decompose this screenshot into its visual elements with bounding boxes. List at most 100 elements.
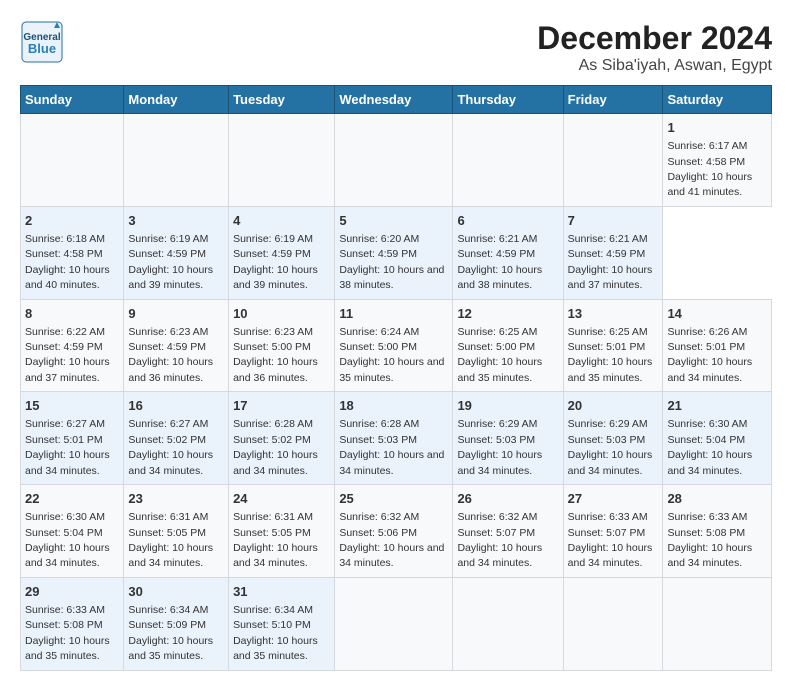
- calendar-cell: 26 Sunrise: 6:32 AMSunset: 5:07 PMDayligh…: [453, 485, 563, 578]
- calendar-cell: 22Sunrise: 6:30 AMSunset: 5:04 PMDayligh…: [21, 485, 124, 578]
- calendar-cell: 4Sunrise: 6:19 AMSunset: 4:59 PMDaylight…: [229, 206, 335, 299]
- day-number: 21: [667, 397, 767, 415]
- calendar-week-row: 22Sunrise: 6:30 AMSunset: 5:04 PMDayligh…: [21, 485, 772, 578]
- day-number: 20: [568, 397, 659, 415]
- day-info: Sunrise: 6:27 AMSunset: 5:02 PMDaylight:…: [128, 418, 213, 476]
- page-header: General Blue December 2024 As Siba'iyah,…: [20, 20, 772, 75]
- day-number: 22: [25, 490, 119, 508]
- day-info: Sunrise: 6:21 AMSunset: 4:59 PMDaylight:…: [457, 233, 542, 291]
- col-sunday: Sunday: [21, 86, 124, 114]
- calendar-cell: 16Sunrise: 6:27 AMSunset: 5:02 PMDayligh…: [124, 392, 229, 485]
- day-number: 27: [568, 490, 659, 508]
- day-info: Sunrise: 6:34 AMSunset: 5:09 PMDaylight:…: [128, 604, 213, 662]
- day-info: Sunrise: 6:34 AMSunset: 5:10 PMDaylight:…: [233, 604, 318, 662]
- day-number: 30: [128, 583, 224, 601]
- calendar-week-row: 15Sunrise: 6:27 AMSunset: 5:01 PMDayligh…: [21, 392, 772, 485]
- day-info: Sunrise: 6:25 AMSunset: 5:00 PMDaylight:…: [457, 326, 542, 384]
- title-block: December 2024 As Siba'iyah, Aswan, Egypt: [537, 20, 772, 75]
- day-number: 11: [339, 305, 448, 323]
- calendar-week-row: 8 Sunrise: 6:22 AMSunset: 4:59 PMDaylight…: [21, 299, 772, 392]
- calendar-cell: [663, 577, 772, 670]
- calendar-cell: 21 Sunrise: 6:30 AMSunset: 5:04 PMDayligh…: [663, 392, 772, 485]
- calendar-cell: 11 Sunrise: 6:24 AMSunset: 5:00 PMDayligh…: [335, 299, 453, 392]
- day-number: 14: [667, 305, 767, 323]
- day-number: 28: [667, 490, 767, 508]
- day-info: Sunrise: 6:23 AMSunset: 5:00 PMDaylight:…: [233, 326, 318, 384]
- calendar-cell: 31 Sunrise: 6:34 AMSunset: 5:10 PMDayligh…: [229, 577, 335, 670]
- day-number: 18: [339, 397, 448, 415]
- calendar-week-row: 2Sunrise: 6:18 AMSunset: 4:58 PMDaylight…: [21, 206, 772, 299]
- day-number: 10: [233, 305, 330, 323]
- day-number: 3: [128, 212, 224, 230]
- calendar-cell: 6 Sunrise: 6:21 AMSunset: 4:59 PMDaylight…: [453, 206, 563, 299]
- calendar-cell: 20 Sunrise: 6:29 AMSunset: 5:03 PMDayligh…: [563, 392, 663, 485]
- calendar-cell: [563, 114, 663, 207]
- day-number: 5: [339, 212, 448, 230]
- day-number: 26: [457, 490, 558, 508]
- day-info: Sunrise: 6:24 AMSunset: 5:00 PMDaylight:…: [339, 326, 444, 384]
- day-info: Sunrise: 6:31 AMSunset: 5:05 PMDaylight:…: [128, 511, 213, 569]
- day-info: Sunrise: 6:27 AMSunset: 5:01 PMDaylight:…: [25, 418, 110, 476]
- calendar-week-row: 29 Sunrise: 6:33 AMSunset: 5:08 PMDayligh…: [21, 577, 772, 670]
- calendar-cell: 5 Sunrise: 6:20 AMSunset: 4:59 PMDaylight…: [335, 206, 453, 299]
- calendar-cell: [453, 577, 563, 670]
- day-info: Sunrise: 6:29 AMSunset: 5:03 PMDaylight:…: [457, 418, 542, 476]
- calendar-cell: 24 Sunrise: 6:31 AMSunset: 5:05 PMDayligh…: [229, 485, 335, 578]
- calendar-cell: 27 Sunrise: 6:33 AMSunset: 5:07 PMDayligh…: [563, 485, 663, 578]
- calendar-cell: [229, 114, 335, 207]
- calendar-cell: 10 Sunrise: 6:23 AMSunset: 5:00 PMDayligh…: [229, 299, 335, 392]
- calendar-cell: 19 Sunrise: 6:29 AMSunset: 5:03 PMDayligh…: [453, 392, 563, 485]
- day-info: Sunrise: 6:23 AMSunset: 4:59 PMDaylight:…: [128, 326, 213, 384]
- day-number: 17: [233, 397, 330, 415]
- logo-icon: General Blue: [20, 20, 64, 64]
- calendar-cell: [21, 114, 124, 207]
- day-info: Sunrise: 6:17 AMSunset: 4:58 PMDaylight:…: [667, 140, 752, 198]
- calendar-cell: 17 Sunrise: 6:28 AMSunset: 5:02 PMDayligh…: [229, 392, 335, 485]
- day-info: Sunrise: 6:25 AMSunset: 5:01 PMDaylight:…: [568, 326, 653, 384]
- calendar-table: Sunday Monday Tuesday Wednesday Thursday…: [20, 85, 772, 671]
- day-number: 6: [457, 212, 558, 230]
- svg-text:Blue: Blue: [28, 41, 56, 56]
- day-info: Sunrise: 6:28 AMSunset: 5:02 PMDaylight:…: [233, 418, 318, 476]
- day-info: Sunrise: 6:31 AMSunset: 5:05 PMDaylight:…: [233, 511, 318, 569]
- col-monday: Monday: [124, 86, 229, 114]
- day-info: Sunrise: 6:30 AMSunset: 5:04 PMDaylight:…: [667, 418, 752, 476]
- calendar-cell: 30 Sunrise: 6:34 AMSunset: 5:09 PMDayligh…: [124, 577, 229, 670]
- day-number: 2: [25, 212, 119, 230]
- day-info: Sunrise: 6:33 AMSunset: 5:08 PMDaylight:…: [667, 511, 752, 569]
- day-info: Sunrise: 6:22 AMSunset: 4:59 PMDaylight:…: [25, 326, 110, 384]
- calendar-cell: [335, 114, 453, 207]
- day-number: 9: [128, 305, 224, 323]
- calendar-cell: [453, 114, 563, 207]
- day-info: Sunrise: 6:33 AMSunset: 5:07 PMDaylight:…: [568, 511, 653, 569]
- day-number: 31: [233, 583, 330, 601]
- calendar-cell: 2Sunrise: 6:18 AMSunset: 4:58 PMDaylight…: [21, 206, 124, 299]
- day-info: Sunrise: 6:32 AMSunset: 5:06 PMDaylight:…: [339, 511, 444, 569]
- calendar-cell: 7Sunrise: 6:21 AMSunset: 4:59 PMDaylight…: [563, 206, 663, 299]
- logo: General Blue: [20, 20, 64, 64]
- day-number: 25: [339, 490, 448, 508]
- day-info: Sunrise: 6:33 AMSunset: 5:08 PMDaylight:…: [25, 604, 110, 662]
- day-number: 8: [25, 305, 119, 323]
- day-number: 29: [25, 583, 119, 601]
- day-info: Sunrise: 6:28 AMSunset: 5:03 PMDaylight:…: [339, 418, 444, 476]
- calendar-cell: 13Sunrise: 6:25 AMSunset: 5:01 PMDayligh…: [563, 299, 663, 392]
- calendar-cell: [563, 577, 663, 670]
- col-wednesday: Wednesday: [335, 86, 453, 114]
- day-info: Sunrise: 6:29 AMSunset: 5:03 PMDaylight:…: [568, 418, 653, 476]
- page-title: December 2024: [537, 20, 772, 57]
- calendar-cell: 3Sunrise: 6:19 AMSunset: 4:59 PMDaylight…: [124, 206, 229, 299]
- calendar-cell: 29 Sunrise: 6:33 AMSunset: 5:08 PMDayligh…: [21, 577, 124, 670]
- col-thursday: Thursday: [453, 86, 563, 114]
- calendar-cell: 12 Sunrise: 6:25 AMSunset: 5:00 PMDayligh…: [453, 299, 563, 392]
- calendar-cell: 23Sunrise: 6:31 AMSunset: 5:05 PMDayligh…: [124, 485, 229, 578]
- day-number: 19: [457, 397, 558, 415]
- day-info: Sunrise: 6:20 AMSunset: 4:59 PMDaylight:…: [339, 233, 444, 291]
- day-info: Sunrise: 6:32 AMSunset: 5:07 PMDaylight:…: [457, 511, 542, 569]
- day-number: 1: [667, 119, 767, 137]
- day-number: 12: [457, 305, 558, 323]
- col-tuesday: Tuesday: [229, 86, 335, 114]
- day-info: Sunrise: 6:21 AMSunset: 4:59 PMDaylight:…: [568, 233, 653, 291]
- day-number: 24: [233, 490, 330, 508]
- calendar-cell: 8 Sunrise: 6:22 AMSunset: 4:59 PMDaylight…: [21, 299, 124, 392]
